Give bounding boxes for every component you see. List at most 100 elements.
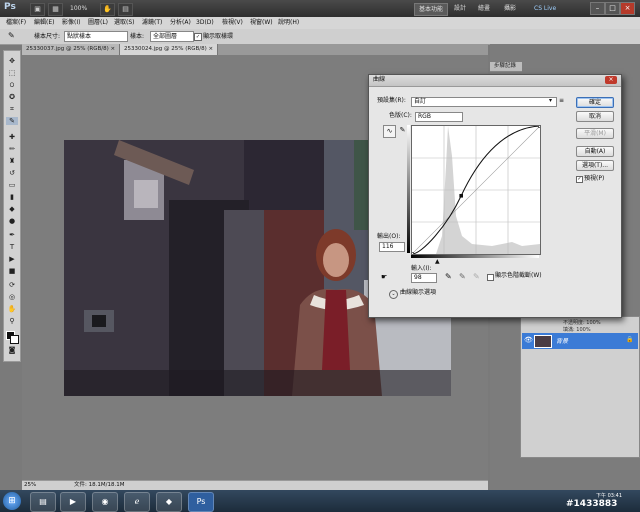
eraser-tool-icon[interactable]: ▭ [6,181,18,189]
shape-tool-icon[interactable]: ■ [6,267,18,275]
arrange-icon[interactable]: ▤ [118,3,133,16]
blur-tool-icon[interactable]: ◆ [6,205,18,213]
menu-file[interactable]: 檔案(F) [6,17,26,29]
black-eyedropper-icon[interactable]: ✎ [445,272,452,281]
curve-control-point[interactable] [538,124,542,128]
sample-select[interactable]: 全部圖層 [150,31,194,42]
dodge-tool-icon[interactable]: ● [6,217,18,225]
maximize-icon[interactable]: □ [605,2,620,15]
marquee-tool-icon[interactable]: ⬚ [6,69,18,77]
channel-select[interactable]: RGB [415,112,463,122]
3d-orbit-tool-icon[interactable]: ◎ [6,293,18,301]
clock[interactable]: 下午 03:41 [596,492,622,499]
app-icon[interactable]: ◆ [156,492,182,512]
expand-options-icon[interactable]: ⌄ [389,290,398,299]
healing-tool-icon[interactable]: ✚ [6,133,18,141]
menu-3d[interactable]: 3D(D) [196,17,214,29]
layer-row-background[interactable]: 👁 背景 🔒 [522,333,638,349]
status-zoom[interactable]: 25% [24,481,36,490]
smooth-button[interactable]: 平滑(M) [576,128,614,139]
stamp-tool-icon[interactable]: ♜ [6,157,18,165]
history-brush-tool-icon[interactable]: ↺ [6,169,18,177]
menu-edit[interactable]: 編輯(E) [34,17,54,29]
menu-view[interactable]: 檢視(V) [222,17,243,29]
auto-button[interactable]: 自動(A) [576,146,614,157]
workspace-design[interactable]: 設計 [450,3,470,14]
tab-close-icon[interactable]: × [110,46,115,52]
eye-icon[interactable]: 👁 [524,336,533,344]
show-clipping-checkbox[interactable] [487,274,494,281]
history-panel-tab[interactable]: 步驟記錄 [490,62,522,72]
eyedropper-icon[interactable]: ✎ [8,31,15,40]
photoshop-taskbar-icon[interactable]: Ps [188,492,214,512]
workspace-painting[interactable]: 繪畫 [474,3,494,14]
layer-name[interactable]: 背景 [556,336,568,345]
gray-eyedropper-icon[interactable]: ✎ [459,272,466,281]
path-select-tool-icon[interactable]: ▶ [6,255,18,263]
workspace-essentials[interactable]: 基本功能 [414,3,449,16]
explorer-icon[interactable]: ▤ [30,492,56,512]
bridge-icon[interactable]: ▣ [30,3,45,16]
ok-button[interactable]: 確定 [576,97,614,108]
menu-select[interactable]: 選取(S) [114,17,135,29]
output-field[interactable]: 116 [379,242,405,252]
gradient-tool-icon[interactable]: ▮ [6,193,18,201]
move-tool-icon[interactable]: ✥ [6,57,18,65]
eyedropper-tool-icon[interactable]: ✎ [6,117,18,125]
input-field[interactable]: 98 [411,273,437,283]
layers-fill[interactable]: 填滿: 100% [563,326,591,333]
status-doc-size[interactable]: 文件: 18.1M/18.1M [74,481,124,490]
cancel-button[interactable]: 取消 [576,111,614,122]
layers-opacity[interactable]: 不透明度: 100% [563,319,601,326]
menu-analysis[interactable]: 分析(A) [170,17,191,29]
sample-size-select[interactable]: 點狀樣本 [64,31,128,42]
lock-icon: 🔒 [626,336,634,343]
hand-tool-icon[interactable]: ✋ [6,305,18,313]
curves-graph[interactable] [410,124,542,256]
minimize-icon[interactable]: – [590,2,605,15]
white-eyedropper-icon[interactable]: ✎ [473,272,480,281]
lasso-tool-icon[interactable]: ଠ [6,81,18,89]
3d-rotate-tool-icon[interactable]: ⟳ [6,281,18,289]
quick-mask-icon[interactable]: ◙ [6,346,18,354]
preset-options-icon[interactable]: ≡ [559,97,564,104]
tab-document-2[interactable]: 25330024.jpg @ 25% (RGB/8) × [120,44,219,55]
zoom-tool-icon[interactable]: ⚲ [6,317,18,325]
workspace-photography[interactable]: 攝影 [500,3,520,14]
menu-help[interactable]: 說明(H) [278,17,299,29]
tab-close-icon[interactable]: × [208,46,213,52]
internet-explorer-icon[interactable]: ℯ [124,492,150,512]
curve-display-options[interactable]: 曲線顯示選項 [400,289,436,297]
quick-select-tool-icon[interactable]: ✪ [6,93,18,101]
firefox-icon[interactable]: ◉ [92,492,118,512]
curve-control-point[interactable] [459,193,463,198]
crop-tool-icon[interactable]: ⌗ [6,105,18,113]
zoom-level[interactable]: 100% [66,3,91,14]
preview-checkbox[interactable]: ✓ [576,176,583,183]
hand-icon[interactable]: ✋ [100,3,115,16]
tab-document-1[interactable]: 25330037.jpg @ 25% (RGB/8) × [22,44,121,55]
options-button[interactable]: 選項(T)... [576,160,614,171]
curves-dialog-titlebar[interactable]: 曲線 × [369,75,621,87]
curve-control-point[interactable] [410,252,414,256]
background-color-swatch[interactable] [10,335,19,344]
dialog-close-icon[interactable]: × [605,76,617,84]
brush-tool-icon[interactable]: ✏ [6,145,18,153]
menu-window[interactable]: 視窗(W) [250,17,273,29]
media-player-icon[interactable]: ▶ [60,492,86,512]
menu-image[interactable]: 影像(I) [62,17,80,29]
cs-live-button[interactable]: CS Live [530,3,560,14]
mini-bridge-icon[interactable]: ▦ [48,3,63,16]
menu-layer[interactable]: 圖層(L) [88,17,108,29]
preset-dropdown-icon[interactable]: ▾ [549,97,552,104]
close-icon[interactable]: × [620,2,635,15]
preset-select[interactable]: 自訂 [411,97,557,107]
black-point-slider-icon[interactable]: ▲ [435,258,440,265]
pen-tool-icon[interactable]: ✒ [6,231,18,239]
menu-filter[interactable]: 濾鏡(T) [142,17,162,29]
show-ring-checkbox[interactable]: ✓ [194,33,202,41]
type-tool-icon[interactable]: T [6,243,18,251]
curve-point-tool-icon[interactable]: ∿ [383,125,396,138]
target-adjust-icon[interactable]: ☛ [381,273,387,281]
start-button-icon[interactable]: ⊞ [3,492,21,510]
